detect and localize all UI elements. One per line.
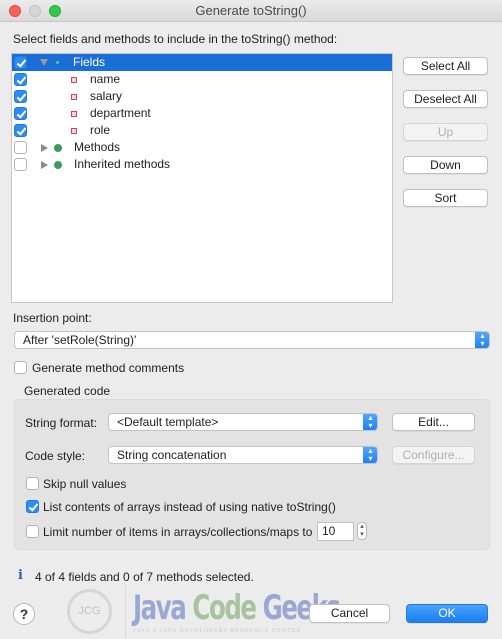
tree-item-label: salary (90, 89, 123, 103)
code-style-select[interactable]: String concatenation ▴ ▾ (108, 446, 378, 464)
up-button[interactable]: Up (403, 123, 488, 141)
select-stepper-icon: ▴ ▾ (475, 332, 489, 348)
select-all-button[interactable]: Select All (403, 57, 488, 75)
fields-checkbox[interactable] (14, 56, 27, 69)
tree-item-label: role (90, 123, 111, 137)
select-stepper-icon: ▴ ▾ (363, 447, 377, 463)
collapse-triangle-icon[interactable] (41, 144, 48, 152)
status-text: 4 of 4 fields and 0 of 7 methods selecte… (35, 570, 254, 584)
close-window-button[interactable] (9, 5, 21, 17)
tree-item-fields[interactable]: Fields (12, 54, 392, 71)
tree-item-name[interactable]: name (12, 71, 392, 88)
code-style-value: String concatenation (117, 448, 227, 462)
field-checkbox[interactable] (14, 90, 27, 103)
methods-icon (54, 161, 62, 169)
field-checkbox[interactable] (14, 124, 27, 137)
private-field-icon (71, 94, 77, 100)
list-arrays-label: List contents of arrays instead of using… (43, 500, 336, 514)
select-stepper-icon: ▴ ▾ (363, 414, 377, 430)
minimize-window-button[interactable] (29, 5, 41, 17)
collapse-triangle-icon[interactable] (41, 161, 48, 169)
watermark-subtitle: JAVA 2 JAVA DEVELOPERS RESOURCE CENTER (133, 628, 302, 634)
instruction-label: Select fields and methods to include in … (13, 32, 338, 46)
watermark-java: Java (133, 588, 187, 628)
ok-button[interactable]: OK (406, 604, 488, 623)
expand-triangle-icon[interactable] (40, 59, 48, 66)
tree-item-label: Inherited methods (74, 157, 171, 171)
generate-comments-checkbox[interactable] (14, 361, 27, 374)
skip-null-label: Skip null values (43, 477, 127, 491)
limit-items-label: Limit number of items in arrays/collecti… (43, 525, 313, 539)
inherited-methods-checkbox[interactable] (14, 158, 27, 171)
insertion-point-label: Insertion point: (13, 311, 92, 325)
code-style-label: Code style: (25, 449, 86, 463)
string-format-label: String format: (25, 416, 98, 430)
members-tree[interactable]: Fields name salary department role Metho… (11, 53, 393, 303)
watermark-divider (125, 585, 126, 639)
configure-button[interactable]: Configure... (392, 446, 475, 464)
window-title: Generate toString() (195, 3, 307, 18)
tree-item-label: department (90, 106, 151, 120)
tree-item-label: Methods (74, 140, 121, 154)
list-arrays-checkbox[interactable] (26, 500, 39, 513)
watermark-logo: JCG (67, 589, 112, 634)
insertion-point-value: After 'setRole(String)' (23, 333, 137, 347)
field-checkbox[interactable] (14, 73, 27, 86)
methods-icon (54, 144, 62, 152)
tree-item-salary[interactable]: salary (12, 88, 392, 105)
string-format-value: <Default template> (117, 415, 219, 429)
private-field-icon (71, 128, 77, 134)
methods-checkbox[interactable] (14, 141, 27, 154)
limit-items-input[interactable]: 10 (317, 522, 354, 541)
fields-icon (56, 61, 59, 64)
string-format-select[interactable]: <Default template> ▴ ▾ (108, 413, 378, 431)
watermark-code: Code (192, 588, 257, 628)
limit-items-stepper[interactable]: ▴ ▾ (357, 522, 367, 540)
tree-item-department[interactable]: department (12, 105, 392, 122)
info-icon: i (18, 568, 23, 583)
generate-comments-label: Generate method comments (32, 361, 185, 375)
edit-button[interactable]: Edit... (392, 413, 475, 431)
cancel-button[interactable]: Cancel (309, 604, 390, 623)
tree-item-role[interactable]: role (12, 122, 392, 139)
tree-item-label: name (90, 72, 121, 86)
tree-item-methods[interactable]: Methods (12, 139, 392, 156)
deselect-all-button[interactable]: Deselect All (403, 90, 488, 108)
maximize-window-button[interactable] (49, 5, 61, 17)
private-field-icon (71, 77, 77, 83)
title-bar: Generate toString() (0, 0, 502, 22)
down-button[interactable]: Down (403, 156, 488, 174)
tree-item-label: Fields (73, 55, 106, 69)
field-checkbox[interactable] (14, 107, 27, 120)
sort-button[interactable]: Sort (403, 189, 488, 207)
private-field-icon (71, 111, 77, 117)
help-button[interactable]: ? (13, 603, 35, 625)
generated-code-title: Generated code (24, 384, 111, 398)
tree-item-inherited-methods[interactable]: Inherited methods (12, 156, 392, 173)
limit-items-checkbox[interactable] (26, 525, 39, 538)
skip-null-checkbox[interactable] (26, 477, 39, 490)
insertion-point-select[interactable]: After 'setRole(String)' ▴ ▾ (14, 331, 490, 349)
